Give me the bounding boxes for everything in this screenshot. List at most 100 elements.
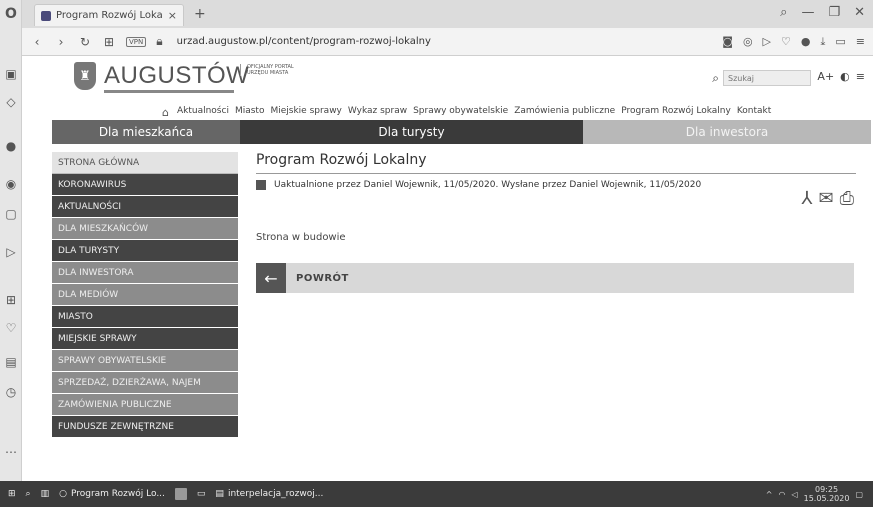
address-tools: ◙ ◎ ▷ ♡ ● ⤓ ▭ ≡ bbox=[722, 35, 865, 49]
vpn-icon[interactable]: ● bbox=[801, 35, 811, 49]
sidebar-item[interactable]: DLA INWESTORA bbox=[52, 262, 238, 284]
clock[interactable]: 09:25 15.05.2020 bbox=[804, 485, 850, 503]
back-icon[interactable]: ‹ bbox=[30, 35, 44, 49]
notifications-icon[interactable]: ▢ bbox=[855, 490, 863, 499]
font-size-button[interactable]: A+ bbox=[817, 70, 834, 83]
sidebar-item[interactable]: DLA MIESZKAŃCÓW bbox=[52, 218, 238, 240]
clock-time: 09:25 bbox=[815, 485, 839, 494]
article-meta: Uaktualnione przez Daniel Wojewnik, 11/0… bbox=[256, 180, 856, 190]
search-input[interactable] bbox=[723, 70, 811, 86]
reload-icon[interactable]: ↻ bbox=[78, 35, 92, 49]
sidebar-item[interactable]: SPRAWY OBYWATELSKIE bbox=[52, 350, 238, 372]
top-navigation: ⌂ Aktualności Miasto Miejskie sprawy Wyk… bbox=[162, 106, 771, 119]
whatsapp-icon[interactable]: ◉ bbox=[3, 176, 19, 192]
clock-icon[interactable]: ◷ bbox=[3, 384, 19, 400]
back-label: POWRÓT bbox=[296, 272, 349, 284]
bookmarks-icon[interactable]: ◇ bbox=[3, 94, 19, 110]
arrow-left-icon: ← bbox=[256, 263, 286, 293]
new-tab-button[interactable]: + bbox=[194, 6, 206, 22]
tab-close-icon[interactable]: × bbox=[168, 9, 177, 22]
history-icon[interactable]: ▤ bbox=[3, 354, 19, 370]
more-icon[interactable]: ⋯ bbox=[3, 444, 19, 460]
sidebar-item[interactable]: KORONAWIRUS bbox=[52, 174, 238, 196]
browser-tab[interactable]: Program Rozwój Lokalny | × bbox=[34, 4, 184, 26]
word-icon: ▤ bbox=[215, 489, 224, 499]
network-icon[interactable]: ◠ bbox=[778, 490, 785, 499]
hamburger-icon[interactable]: ≡ bbox=[856, 70, 865, 83]
site-logo[interactable]: AUGUSTÓW bbox=[104, 62, 249, 90]
sidebar-item[interactable]: AKTUALNOŚCI bbox=[52, 196, 238, 218]
camera-icon[interactable]: ◙ bbox=[722, 35, 733, 49]
calculator-icon[interactable] bbox=[174, 488, 187, 500]
city-crest-icon[interactable]: ♜ bbox=[74, 62, 96, 90]
window-controls: ⌕ — ❐ ✕ bbox=[780, 5, 865, 20]
address-bar: ‹ › ↻ ⊞ VPN 🔒︎ urzad.augustow.pl/content… bbox=[22, 28, 873, 56]
sidebar-item[interactable]: MIEJSKIE SPRAWY bbox=[52, 328, 238, 350]
workspaces-icon[interactable]: ⊞ bbox=[3, 292, 19, 308]
heart-icon[interactable]: ♡ bbox=[3, 320, 19, 336]
battery-icon[interactable]: ▭ bbox=[835, 35, 845, 49]
nav-program-rozwoj-lokalny[interactable]: Program Rozwój Lokalny bbox=[621, 106, 731, 119]
vpn-badge[interactable]: VPN bbox=[126, 36, 147, 47]
meta-square-icon bbox=[256, 180, 266, 190]
folder-icon[interactable]: ▭ bbox=[197, 489, 206, 499]
volume-icon[interactable]: ◁ bbox=[791, 490, 797, 499]
forward-icon[interactable]: › bbox=[54, 35, 68, 49]
search-tabs-icon[interactable]: ⌕ bbox=[780, 5, 787, 20]
sidebar-item[interactable]: DLA MEDIÓW bbox=[52, 284, 238, 306]
search-icon[interactable]: ⌕ bbox=[26, 489, 31, 499]
sidebar-item[interactable]: SPRZEDAŻ, DZIERŻAWA, NAJEM bbox=[52, 372, 238, 394]
nav-miejskie-sprawy[interactable]: Miejskie sprawy bbox=[270, 106, 341, 119]
sidebar-item[interactable]: DLA TURYSTY bbox=[52, 240, 238, 262]
system-tray: ^ ◠ ◁ 09:25 15.05.2020 ▢ bbox=[766, 485, 873, 503]
url-field[interactable]: urzad.augustow.pl/content/program-rozwoj… bbox=[177, 36, 431, 47]
sidebar-item[interactable]: FUNDUSZE ZEWNĘTRZNE bbox=[52, 416, 238, 438]
instagram-icon[interactable]: ▢ bbox=[3, 206, 19, 222]
web-page: ♜ AUGUSTÓW OFICJALNY PORTAL URZĘDU MIAST… bbox=[22, 56, 873, 481]
nav-aktualnosci[interactable]: Aktualności bbox=[177, 106, 229, 119]
windows-start-icon[interactable]: ⊞ bbox=[8, 489, 16, 499]
player-icon[interactable]: ▷ bbox=[3, 244, 19, 260]
page-title: Program Rozwój Lokalny bbox=[256, 152, 856, 174]
meta-text: Uaktualnione przez Daniel Wojewnik, 11/0… bbox=[274, 180, 702, 190]
tray-arrow-icon[interactable]: ^ bbox=[766, 490, 773, 499]
heart-bookmark-icon[interactable]: ♡ bbox=[781, 35, 791, 49]
menu-icon[interactable]: ≡ bbox=[856, 35, 865, 49]
restore-icon[interactable]: ❐ bbox=[828, 5, 840, 20]
taskbar-item-browser[interactable]: ○ Program Rozwój Lo... bbox=[59, 489, 165, 499]
print-icon[interactable]: ⎙ bbox=[840, 188, 854, 209]
send-icon[interactable]: ▷ bbox=[763, 35, 771, 49]
nav-sprawy-obywatelskie[interactable]: Sprawy obywatelskie bbox=[413, 106, 508, 119]
search-icon[interactable]: ⌕ bbox=[712, 71, 719, 86]
contrast-icon[interactable]: ◐ bbox=[840, 70, 850, 83]
tab-dla-mieszkanca[interactable]: Dla mieszkańca bbox=[52, 120, 240, 144]
home-icon[interactable]: ⌂ bbox=[162, 106, 169, 119]
download-icon[interactable]: ⤓ bbox=[821, 35, 826, 49]
wallet-icon[interactable]: ◎ bbox=[743, 35, 753, 49]
opera-icon: ○ bbox=[59, 489, 67, 499]
sidebar-menu: STRONA GŁÓWNA KORONAWIRUS AKTUALNOŚCI DLA M… bbox=[52, 152, 238, 438]
task-view-icon[interactable]: ▥ bbox=[41, 489, 50, 499]
sidebar-item[interactable]: MIASTO bbox=[52, 306, 238, 328]
pdf-icon[interactable]: ⅄ bbox=[802, 188, 813, 209]
opera-logo-icon[interactable]: O bbox=[3, 6, 19, 22]
sidebar-item[interactable]: ZAMÓWIENIA PUBLICZNE bbox=[52, 394, 238, 416]
browser-sidebar: O ▣ ◇ ● ◉ ▢ ▷ ⊞ ♡ ▤ ◷ ⋯ bbox=[0, 0, 22, 481]
speed-dial-icon[interactable]: ▣ bbox=[3, 66, 19, 82]
messenger-icon[interactable]: ● bbox=[3, 138, 19, 154]
back-button[interactable]: ← POWRÓT bbox=[256, 263, 854, 293]
nav-kontakt[interactable]: Kontakt bbox=[737, 106, 771, 119]
taskbar-item-document[interactable]: ▤ interpelacja_rozwoj... bbox=[215, 489, 323, 499]
nav-zamowienia-publiczne[interactable]: Zamówienia publiczne bbox=[514, 106, 615, 119]
close-window-icon[interactable]: ✕ bbox=[854, 5, 865, 20]
site-search: ⌕ bbox=[712, 70, 811, 86]
tab-dla-turysty[interactable]: Dla turysty bbox=[240, 120, 583, 144]
nav-wykaz-spraw[interactable]: Wykaz spraw bbox=[348, 106, 407, 119]
grid-icon[interactable]: ⊞ bbox=[102, 35, 116, 49]
tab-dla-inwestora[interactable]: Dla inwestora bbox=[583, 120, 871, 144]
article-actions: ⅄ ✉ ⎙ bbox=[802, 188, 855, 209]
nav-miasto[interactable]: Miasto bbox=[235, 106, 265, 119]
minimize-icon[interactable]: — bbox=[801, 5, 814, 20]
email-icon[interactable]: ✉ bbox=[819, 188, 834, 209]
sidebar-item[interactable]: STRONA GŁÓWNA bbox=[52, 152, 238, 174]
